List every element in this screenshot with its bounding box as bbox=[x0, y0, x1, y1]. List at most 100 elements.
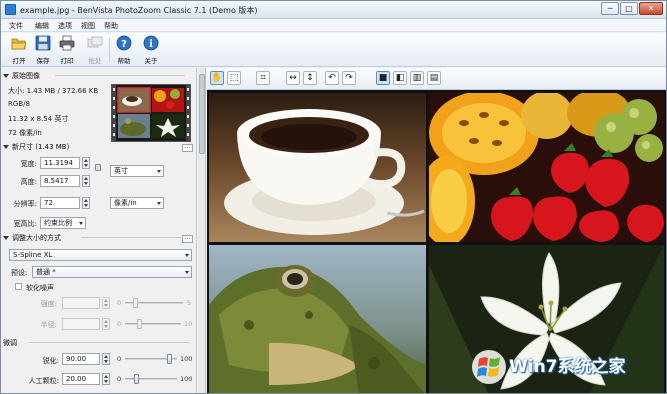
close-button[interactable]: ✕ bbox=[639, 2, 663, 15]
grain-slider[interactable] bbox=[125, 374, 177, 384]
help-icon: ? bbox=[116, 35, 132, 51]
strength-slider[interactable] bbox=[125, 298, 183, 308]
collapse-triangle-icon bbox=[3, 74, 9, 78]
watermark-text: Win7系统之家 bbox=[509, 357, 626, 377]
navigator-thumbnail[interactable] bbox=[111, 84, 191, 142]
resize-method-title: 调整大小的方式 bbox=[12, 234, 61, 242]
app-icon bbox=[5, 4, 16, 15]
resolution-label: 分辨率: bbox=[13, 200, 37, 208]
printer-icon bbox=[59, 35, 75, 51]
strength-label: 强度: bbox=[40, 300, 57, 308]
slider-knob[interactable] bbox=[134, 374, 139, 384]
fine-tune-header[interactable]: 微调 bbox=[3, 338, 193, 348]
menu-edit[interactable]: 编辑 bbox=[35, 21, 49, 31]
open-label: 打开 bbox=[12, 57, 26, 65]
grain-spinner[interactable] bbox=[102, 373, 110, 385]
batch-button[interactable]: 批处 bbox=[85, 35, 105, 65]
flip-vertical-icon[interactable]: ↕ bbox=[303, 71, 317, 85]
slider-knob[interactable] bbox=[137, 319, 142, 329]
sharpness-input[interactable] bbox=[62, 353, 100, 365]
folder-open-icon bbox=[11, 38, 27, 50]
rotate-right-icon[interactable]: ↷ bbox=[342, 71, 356, 85]
split-vertical-icon[interactable]: ◧ bbox=[393, 71, 407, 85]
open-button[interactable]: 打开 bbox=[9, 35, 29, 65]
resolution-spinner[interactable] bbox=[82, 197, 90, 209]
original-image-header[interactable]: 原始图像 bbox=[3, 71, 193, 81]
panel-scrollbar[interactable] bbox=[198, 68, 206, 393]
menu-bar: 文件 编辑 选项 视图 帮助 bbox=[1, 19, 666, 32]
resize-method-header[interactable]: 调整大小的方式 bbox=[3, 233, 193, 243]
strength-spinner[interactable] bbox=[102, 297, 110, 309]
menu-view[interactable]: 视图 bbox=[81, 21, 95, 31]
maximize-button[interactable]: □ bbox=[620, 2, 638, 15]
save-label: 保存 bbox=[36, 57, 50, 65]
width-spinner[interactable] bbox=[82, 157, 90, 169]
radius-max: 10 bbox=[184, 320, 193, 328]
slider-track bbox=[125, 378, 177, 380]
crop-icon[interactable]: ⌗ bbox=[256, 71, 270, 85]
app-window: example.jpg - BenVista PhotoZoom Classic… bbox=[0, 0, 667, 394]
scrollbar-thumb[interactable] bbox=[199, 74, 205, 154]
radius-input[interactable] bbox=[62, 318, 100, 330]
flip-horizontal-icon[interactable]: ↔ bbox=[286, 71, 300, 85]
chevron-down-icon bbox=[157, 202, 161, 205]
aspect-lock-icon[interactable] bbox=[95, 164, 101, 171]
sharpness-min: 0 bbox=[117, 355, 122, 363]
method-select[interactable]: S-Spline XL bbox=[9, 249, 192, 261]
info-icon: i bbox=[143, 35, 159, 51]
hand-pan-icon[interactable]: ✋ bbox=[210, 71, 224, 85]
unit-select[interactable]: 英寸 bbox=[110, 165, 164, 177]
thumbnail-image bbox=[112, 85, 190, 141]
help-label: 帮助 bbox=[117, 57, 131, 65]
menu-file[interactable]: 文件 bbox=[9, 21, 23, 31]
soften-noise-checkbox[interactable] bbox=[15, 283, 22, 290]
about-button[interactable]: i 关于 bbox=[141, 35, 161, 65]
slider-knob[interactable] bbox=[167, 354, 172, 364]
menu-options[interactable]: 选项 bbox=[58, 21, 72, 31]
fruit-image bbox=[429, 93, 664, 242]
rotate-left-icon[interactable]: ↶ bbox=[325, 71, 339, 85]
minimize-button[interactable]: ─ bbox=[601, 2, 619, 15]
radius-label: 半径: bbox=[40, 321, 57, 329]
print-button[interactable]: 打印 bbox=[57, 35, 77, 65]
save-button[interactable]: 保存 bbox=[33, 35, 53, 65]
section-divider bbox=[29, 342, 189, 343]
help-button[interactable]: ? 帮助 bbox=[114, 35, 134, 65]
sharpness-max: 100 bbox=[180, 355, 193, 363]
split-horizontal-icon[interactable]: ▤ bbox=[427, 71, 441, 85]
sharpness-slider[interactable] bbox=[125, 354, 177, 364]
slider-knob[interactable] bbox=[133, 298, 138, 308]
zoom-select-icon[interactable]: ⬚ bbox=[227, 71, 241, 85]
chevron-down-icon bbox=[185, 254, 189, 257]
section-divider bbox=[55, 75, 185, 76]
single-view-icon[interactable]: ■ bbox=[376, 71, 390, 85]
new-size-options-button[interactable]: ... bbox=[182, 144, 193, 152]
watermark-logo: Win7系统之家 bbox=[471, 344, 661, 390]
resolution-unit-select[interactable]: 像素/in bbox=[110, 197, 164, 209]
menu-help[interactable]: 帮助 bbox=[104, 21, 118, 31]
height-label: 高度: bbox=[20, 178, 37, 186]
resize-method-options-button[interactable]: ... bbox=[182, 235, 193, 243]
aspect-ratio-label: 宽高比: bbox=[13, 220, 37, 228]
svg-text:i: i bbox=[149, 39, 153, 50]
original-dimensions-text: 11.32 x 8.54 英寸 bbox=[8, 115, 69, 123]
window-title: example.jpg - BenVista PhotoZoom Classic… bbox=[20, 6, 258, 15]
preset-select[interactable]: 普通 * bbox=[32, 266, 192, 278]
dual-view-icon[interactable]: ▥ bbox=[410, 71, 424, 85]
width-input[interactable] bbox=[40, 157, 80, 169]
sharpness-label: 锐化: bbox=[42, 357, 59, 365]
preset-label: 预设: bbox=[11, 269, 28, 277]
new-size-header[interactable]: 新尺寸 (1.43 MB) bbox=[3, 142, 193, 152]
original-resolution-text: 72 像素/in bbox=[8, 129, 42, 137]
photo-frog bbox=[209, 245, 426, 393]
radius-slider[interactable] bbox=[125, 319, 181, 329]
original-image-title: 原始图像 bbox=[12, 72, 40, 80]
sharpness-spinner[interactable] bbox=[102, 353, 110, 365]
strength-input[interactable] bbox=[62, 297, 100, 309]
grain-input[interactable] bbox=[62, 373, 100, 385]
radius-spinner[interactable] bbox=[102, 318, 110, 330]
height-input[interactable] bbox=[40, 175, 80, 187]
height-spinner[interactable] bbox=[82, 175, 90, 187]
resolution-input[interactable] bbox=[40, 197, 80, 209]
aspect-ratio-select[interactable]: 约束比例 bbox=[40, 217, 86, 229]
